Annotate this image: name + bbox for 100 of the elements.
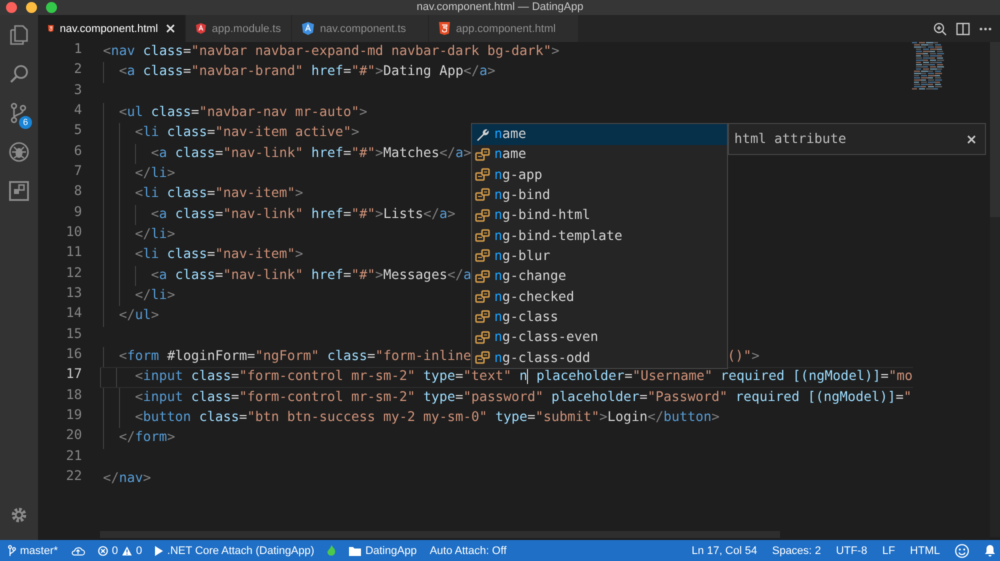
- line-number: 20: [64, 428, 82, 446]
- boxes-icon: [475, 330, 490, 345]
- detail-text: html attribute: [734, 132, 846, 147]
- code-line: ()">: [727, 348, 760, 366]
- shield-file-icon: [196, 22, 206, 35]
- status-item[interactable]: Spaces: 2: [772, 544, 822, 556]
- error-count: 0: [112, 544, 118, 556]
- code-line: <li class="nav-item">: [134, 246, 304, 264]
- code-line: <form #loginForm="ngForm" class="form-inline: [118, 348, 472, 366]
- branch-icon: [8, 545, 16, 556]
- boxes-icon: [475, 310, 490, 324]
- code-line: </form>: [118, 429, 176, 448]
- suggestion-item[interactable]: ng-blur: [472, 246, 728, 267]
- smiley-icon[interactable]: [955, 544, 969, 558]
- status-item[interactable]: HTML: [910, 544, 940, 556]
- line-number: 3: [72, 82, 82, 100]
- line-number: 17: [64, 367, 82, 384]
- status-item[interactable]: .NET Core Attach (DatingApp): [167, 544, 314, 556]
- status-item[interactable]: UTF-8: [836, 544, 868, 556]
- status-item[interactable]: LF: [882, 544, 896, 556]
- extensions-icon[interactable]: [8, 180, 30, 202]
- code-line: <a class="navbar-brand" href="#">Dating App</a>: [118, 63, 496, 82]
- suggestion-item[interactable]: name: [472, 124, 728, 145]
- code-line: <nav class="navbar navbar-expand-md navbar-dark bg-dark">: [103, 43, 560, 61]
- status-item[interactable]: DatingApp: [365, 544, 417, 556]
- play-icon: [155, 546, 164, 556]
- suggestion-item[interactable]: ng-change: [472, 266, 728, 287]
- count-badge: 6: [19, 116, 32, 129]
- suggestion-item[interactable]: ng-class-odd: [472, 348, 728, 368]
- boxes-icon: [475, 188, 490, 202]
- suggestion-item[interactable]: ng-bind-template: [472, 226, 728, 246]
- html-file-icon: [439, 22, 450, 35]
- editor-tab[interactable]: nav.component.html: [38, 15, 186, 42]
- line-number: 16: [64, 346, 82, 364]
- close-icon: [166, 24, 175, 33]
- status-item[interactable]: Auto Attach: Off: [430, 544, 507, 556]
- close-button[interactable]: [164, 24, 175, 33]
- split-editor-icon[interactable]: [956, 22, 970, 36]
- status-item[interactable]: Ln 17, Col 54: [692, 544, 758, 556]
- code-line: <ul class="navbar-nav mr-auto">: [118, 104, 368, 122]
- suggestion-item[interactable]: ng-bind: [472, 185, 728, 206]
- code-line: <li class="nav-item active">: [134, 124, 360, 142]
- debug-icon[interactable]: [8, 141, 30, 163]
- line-number: 4: [72, 102, 82, 120]
- code-line: </li>: [134, 226, 176, 244]
- code-line: </li>: [134, 286, 176, 305]
- code-line: <a class="nav-link" href="#">Lists</a>: [150, 206, 456, 224]
- problems-indicator[interactable]: 0 0: [98, 544, 142, 556]
- cloud-upload-icon[interactable]: [70, 546, 85, 556]
- line-number: 7: [72, 164, 82, 181]
- editor-tab[interactable]: app.component.html: [429, 15, 579, 42]
- line-number: 1: [72, 42, 82, 59]
- folder-icon: [349, 546, 362, 556]
- boxes-icon: [475, 168, 490, 182]
- suggestion-item[interactable]: ng-class-even: [472, 328, 728, 348]
- status-item[interactable]: master*: [20, 544, 58, 556]
- close-icon: [967, 134, 976, 144]
- line-number: 8: [72, 184, 82, 202]
- search-icon[interactable]: [8, 63, 30, 85]
- line-number: 13: [64, 286, 82, 303]
- code-line: <button class="btn btn-success my-2 my-sm-0" type="submit">Login</button>: [134, 408, 720, 427]
- boxes-icon: [475, 290, 490, 304]
- close-button[interactable]: [967, 134, 976, 144]
- code-line: <input class="form-control mr-sm-2" type="password" placeholder="Password" required [(ngModel)]=": [134, 388, 912, 407]
- boxes-icon: [475, 148, 490, 162]
- files-icon[interactable]: [8, 24, 30, 46]
- error-icon: [98, 546, 108, 556]
- line-number: 5: [72, 123, 82, 140]
- more-icon[interactable]: [979, 26, 992, 30]
- boxes-icon: [475, 208, 490, 223]
- boxes-icon: [475, 229, 490, 244]
- line-number: 12: [64, 266, 82, 283]
- warning-count: 0: [136, 544, 142, 556]
- line-number: 15: [64, 326, 82, 344]
- line-number: 6: [72, 144, 82, 161]
- code-line: <li class="nav-item">: [134, 185, 304, 204]
- html-file-icon: [48, 22, 54, 35]
- code-line: </ul>: [118, 307, 160, 326]
- line-number: 2: [72, 62, 82, 80]
- bell-icon[interactable]: [984, 544, 996, 557]
- line-number: 14: [64, 306, 82, 324]
- boxes-icon: [475, 249, 490, 264]
- settings-icon[interactable]: [10, 506, 28, 524]
- wrench-icon: [475, 126, 490, 142]
- suggestion-item[interactable]: name: [472, 144, 728, 165]
- line-number: 11: [64, 245, 82, 262]
- editor-tab[interactable]: app.module.ts: [186, 15, 292, 42]
- suggestion-item[interactable]: ng-checked: [472, 286, 728, 308]
- suggestion-item[interactable]: ng-class: [472, 307, 728, 328]
- window-controls-drawing[interactable]: [6, 2, 58, 13]
- shield-file-icon: [302, 22, 314, 35]
- line-number: 22: [64, 468, 82, 486]
- line-number: 9: [72, 204, 82, 222]
- line-number: 19: [64, 408, 82, 425]
- editor-tab[interactable]: nav.component.ts: [292, 15, 429, 42]
- warning-icon: [122, 546, 132, 556]
- line-number: 10: [64, 224, 82, 242]
- suggestion-item[interactable]: ng-bind-html: [472, 206, 728, 226]
- boxes-icon: [475, 270, 490, 284]
- suggestion-item[interactable]: ng-app: [472, 164, 728, 186]
